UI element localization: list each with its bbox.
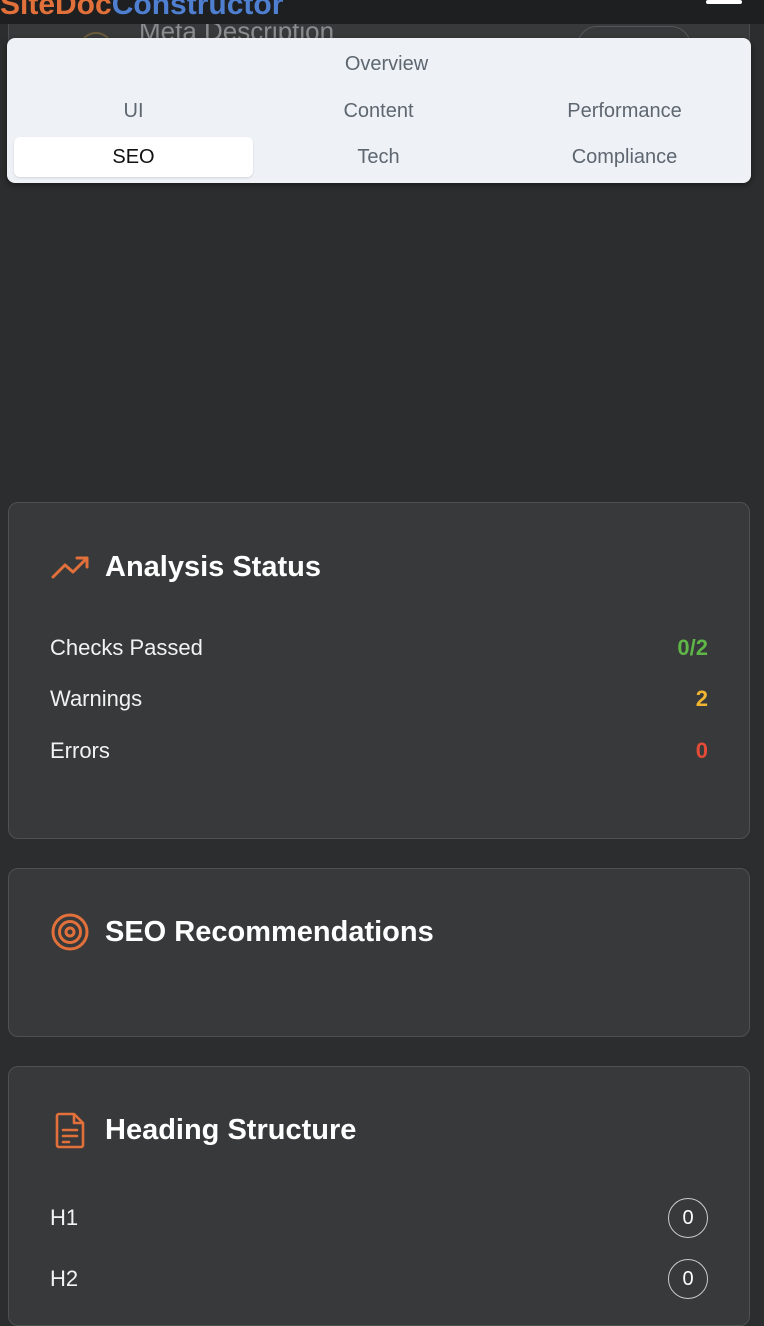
- analysis-status-title: Analysis Status: [105, 550, 321, 583]
- seo-score-card: SEO Score 50 Needs Improvement: [8, 150, 750, 473]
- brand-logo[interactable]: SiteDocConstructor: [0, 0, 283, 22]
- tab-content[interactable]: Content: [259, 91, 498, 131]
- category-tabs: Overview UI Content Performance SEO Tech…: [7, 38, 751, 183]
- target-icon: [275, 227, 317, 269]
- seo-recommendations-title: SEO Recommendations: [105, 915, 434, 948]
- status-row-errors: Errors 0: [50, 736, 708, 766]
- heading-structure-title: Heading Structure: [105, 1113, 357, 1146]
- document-icon: [49, 1109, 91, 1151]
- seo-score-title: SEO Score: [329, 231, 479, 264]
- tab-overview[interactable]: Overview: [267, 44, 506, 84]
- seo-score-status: Needs Improvement: [279, 347, 479, 372]
- status-row-checks-passed: Checks Passed 0/2: [50, 633, 708, 663]
- heading-row-h2: H2 0: [50, 1259, 708, 1299]
- tab-ui[interactable]: UI: [14, 91, 253, 131]
- heading-row-h1: H1 0: [50, 1198, 708, 1238]
- heading-structure-card: Heading Structure H1 0 H2 0: [8, 1066, 750, 1326]
- status-label: Warnings: [50, 686, 143, 711]
- analysis-status-card: Analysis Status Checks Passed 0/2 Warnin…: [8, 502, 750, 839]
- heading-count-badge: 0: [668, 1259, 708, 1299]
- status-value: 2: [695, 686, 708, 711]
- brand-part-1: SiteDoc: [0, 0, 112, 21]
- tab-performance[interactable]: Performance: [505, 91, 744, 131]
- seo-score-value: 50: [351, 268, 407, 324]
- status-value: 0/2: [677, 635, 708, 660]
- seo-recommendations-header: SEO Recommendations: [49, 911, 434, 953]
- target-icon: [49, 911, 91, 953]
- tab-compliance[interactable]: Compliance: [505, 137, 744, 177]
- hamburger-menu-icon[interactable]: [706, 0, 742, 4]
- heading-structure-header: Heading Structure: [49, 1109, 356, 1151]
- status-row-warnings: Warnings 2: [50, 684, 708, 714]
- status-label: Errors: [50, 738, 110, 763]
- analysis-status-header: Analysis Status: [49, 546, 321, 588]
- status-value: 0: [695, 738, 708, 763]
- seo-recommendations-card: SEO Recommendations: [8, 868, 750, 1037]
- top-bar: SiteDocConstructor: [0, 0, 764, 24]
- heading-label: H2: [50, 1266, 79, 1291]
- tab-tech[interactable]: Tech: [259, 137, 498, 177]
- brand-part-2: Constructor: [111, 0, 284, 21]
- trending-up-icon: [49, 546, 91, 588]
- heading-count-badge: 0: [668, 1198, 708, 1238]
- heading-label: H1: [50, 1205, 79, 1230]
- status-label: Checks Passed: [50, 635, 203, 660]
- tab-seo[interactable]: SEO: [14, 137, 253, 177]
- seo-score-header: SEO Score: [275, 227, 479, 269]
